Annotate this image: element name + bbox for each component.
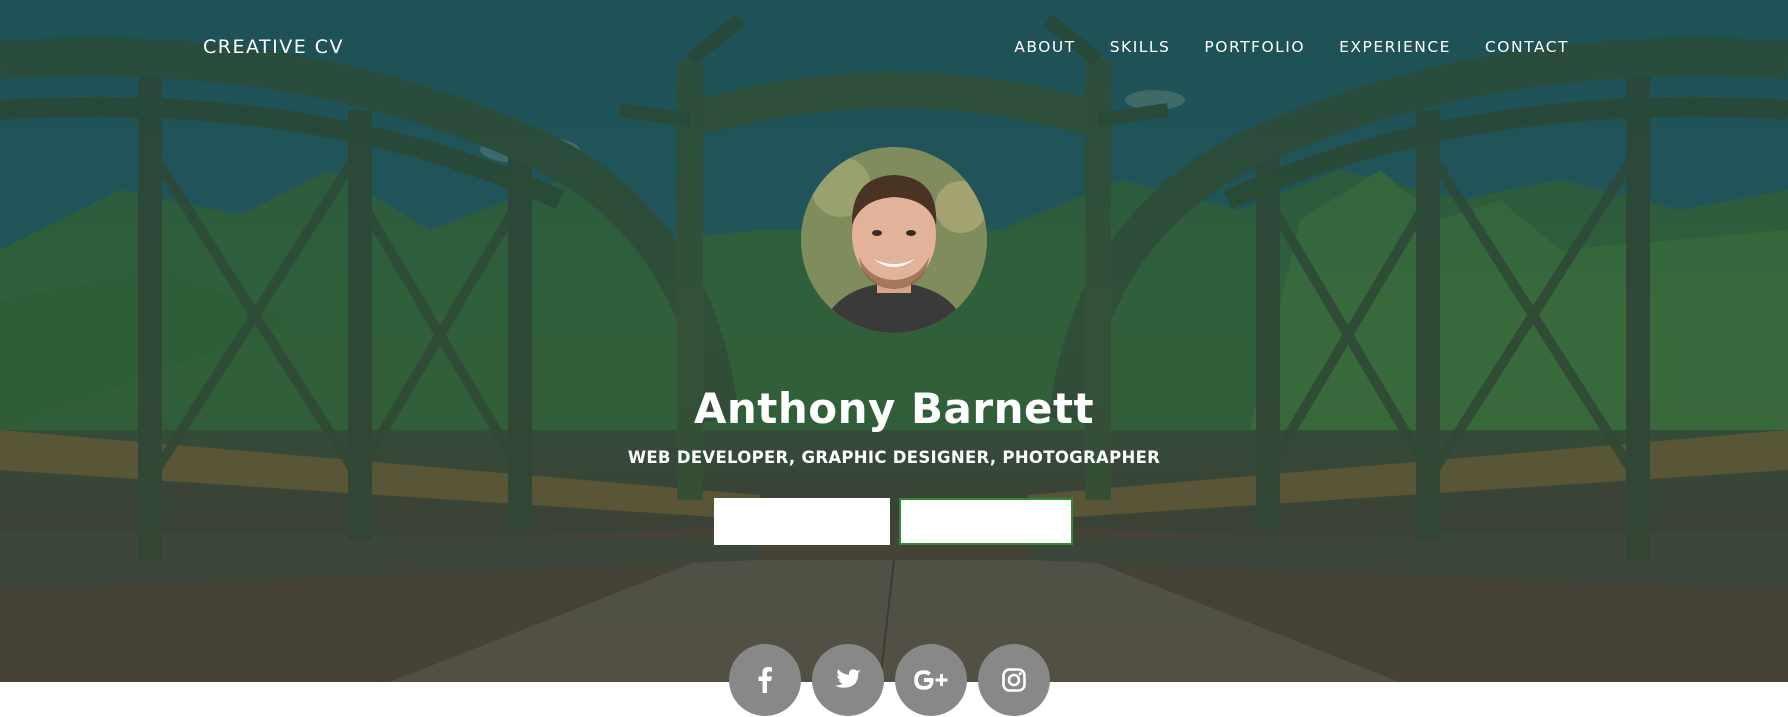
nav-links: ABOUT SKILLS PORTFOLIO EXPERIENCE CONTAC…	[980, 38, 1569, 56]
primary-button[interactable]	[714, 498, 890, 545]
secondary-button[interactable]	[899, 498, 1073, 545]
profile-avatar	[801, 147, 987, 333]
navbar: CREATIVE CV ABOUT SKILLS PORTFOLIO EXPER…	[0, 0, 1788, 98]
facebook-icon	[758, 667, 772, 693]
google-plus-button[interactable]	[895, 644, 967, 716]
instagram-button[interactable]	[978, 644, 1050, 716]
nav-item-experience[interactable]: EXPERIENCE	[1339, 38, 1451, 56]
twitter-button[interactable]	[812, 644, 884, 716]
nav-item-contact[interactable]: CONTACT	[1485, 38, 1569, 56]
profile-name: Anthony Barnett	[693, 384, 1095, 433]
nav-item-about[interactable]: ABOUT	[1014, 38, 1075, 56]
facebook-button[interactable]	[729, 644, 801, 716]
google-plus-icon	[914, 670, 948, 690]
brand-logo[interactable]: CREATIVE CV	[203, 36, 344, 58]
hero-section: CREATIVE CV ABOUT SKILLS PORTFOLIO EXPER…	[0, 0, 1788, 682]
hero-overlay	[0, 0, 1788, 682]
instagram-icon	[1002, 668, 1026, 692]
nav-item-skills[interactable]: SKILLS	[1110, 38, 1171, 56]
social-links	[729, 644, 1061, 716]
twitter-icon	[835, 669, 861, 688]
profile-photo-icon	[801, 147, 987, 333]
nav-item-portfolio[interactable]: PORTFOLIO	[1204, 38, 1305, 56]
profile-subtitle: WEB DEVELOPER, GRAPHIC DESIGNER, PHOTOGR…	[627, 448, 1161, 467]
